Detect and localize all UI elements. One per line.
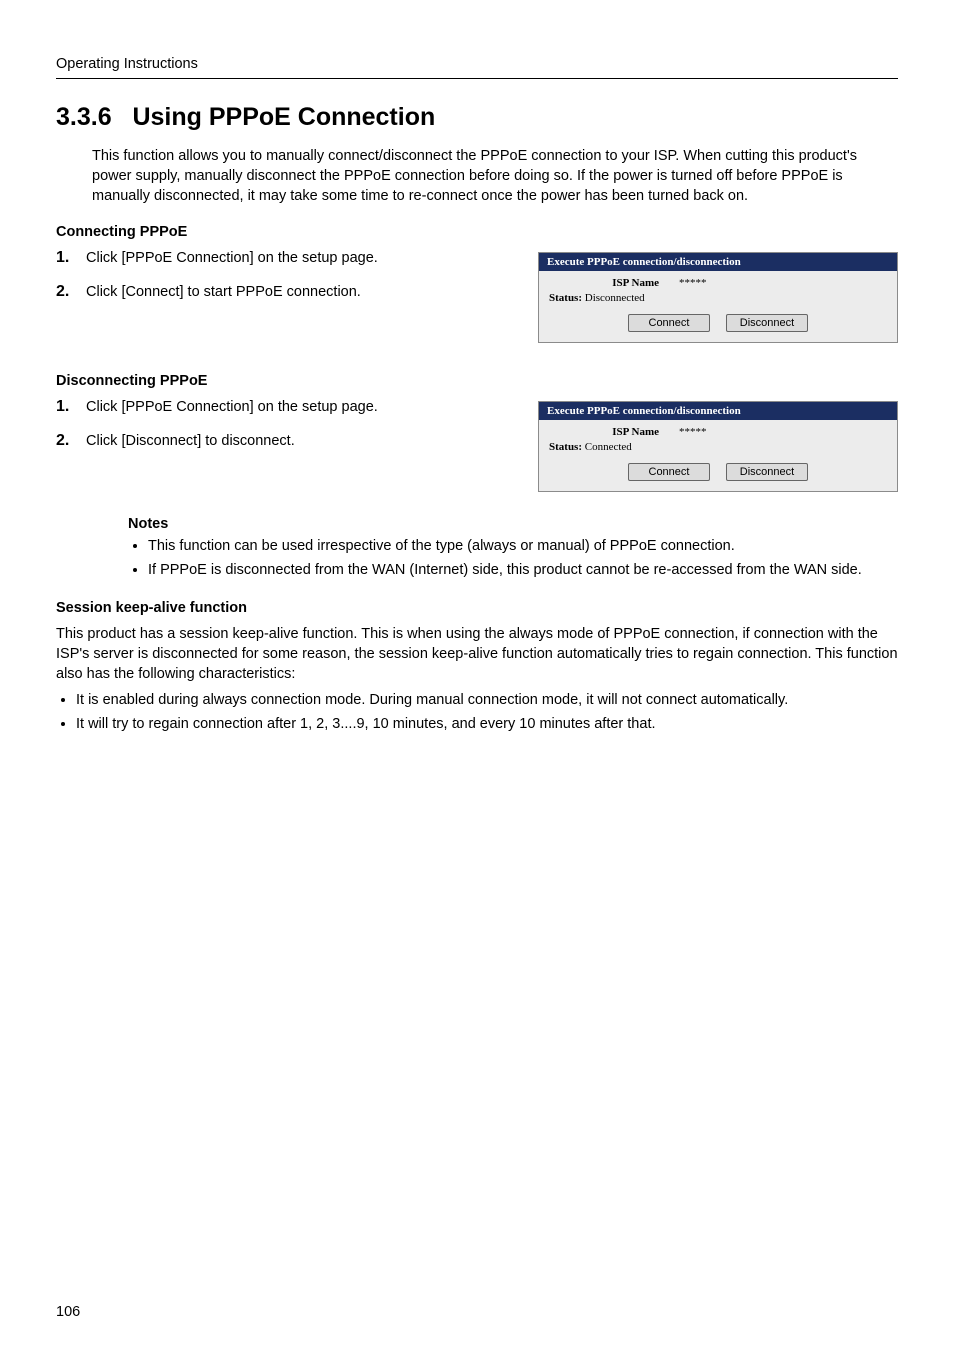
connecting-step-2: 2. Click [Connect] to start PPPoE connec… (56, 282, 520, 302)
step-text: Click [Disconnect] to disconnect. (86, 431, 295, 451)
note-item: If PPPoE is disconnected from the WAN (I… (148, 560, 898, 580)
isp-name-label: ISP Name (549, 277, 679, 289)
status-row: Status: Disconnected (549, 292, 887, 304)
header-rule (56, 78, 898, 79)
connect-button[interactable]: Connect (628, 463, 710, 481)
panel-title-bar: Execute PPPoE connection/disconnection (539, 402, 897, 420)
connect-button[interactable]: Connect (628, 314, 710, 332)
page-number: 106 (56, 1304, 80, 1320)
status-value: Connected (585, 441, 632, 453)
disconnecting-steps: 1. Click [PPPoE Connection] on the setup… (56, 397, 520, 451)
status-row: Status: Connected (549, 441, 887, 453)
session-paragraph: This product has a session keep-alive fu… (56, 624, 898, 684)
session-list: It is enabled during always connection m… (56, 690, 898, 734)
isp-name-label: ISP Name (549, 426, 679, 438)
disconnect-button[interactable]: Disconnect (726, 314, 808, 332)
intro-paragraph: This function allows you to manually con… (92, 146, 898, 206)
connecting-step-1: 1. Click [PPPoE Connection] on the setup… (56, 248, 520, 268)
step-number: 2. (56, 283, 86, 301)
session-item: It is enabled during always connection m… (76, 690, 898, 710)
connecting-heading: Connecting PPPoE (56, 224, 898, 240)
disconnecting-step-2: 2. Click [Disconnect] to disconnect. (56, 431, 520, 451)
disconnect-button[interactable]: Disconnect (726, 463, 808, 481)
session-heading: Session keep-alive function (56, 600, 898, 616)
connecting-steps: 1. Click [PPPoE Connection] on the setup… (56, 248, 520, 302)
step-number: 1. (56, 249, 86, 267)
pppoe-panel-disconnected: Execute PPPoE connection/disconnection I… (538, 252, 898, 343)
disconnecting-step-1: 1. Click [PPPoE Connection] on the setup… (56, 397, 520, 417)
step-text: Click [PPPoE Connection] on the setup pa… (86, 248, 378, 268)
notes-heading: Notes (128, 516, 898, 532)
session-item: It will try to regain connection after 1… (76, 714, 898, 734)
section-title: 3.3.6 Using PPPoE Connection (56, 103, 898, 132)
note-item: This function can be used irrespective o… (148, 536, 898, 556)
pppoe-panel-connected: Execute PPPoE connection/disconnection I… (538, 401, 898, 492)
isp-name-value: ***** (679, 426, 887, 438)
step-number: 2. (56, 432, 86, 450)
isp-name-value: ***** (679, 277, 887, 289)
disconnecting-heading: Disconnecting PPPoE (56, 373, 898, 389)
notes-list: This function can be used irrespective o… (128, 536, 898, 580)
step-text: Click [Connect] to start PPPoE connectio… (86, 282, 361, 302)
status-value: Disconnected (585, 292, 645, 304)
status-label: Status: (549, 292, 582, 304)
step-number: 1. (56, 398, 86, 416)
status-label: Status: (549, 441, 582, 453)
step-text: Click [PPPoE Connection] on the setup pa… (86, 397, 378, 417)
running-header: Operating Instructions (56, 56, 898, 72)
panel-title-bar: Execute PPPoE connection/disconnection (539, 253, 897, 271)
section-number: 3.3.6 (56, 103, 112, 131)
section-heading-text: Using PPPoE Connection (132, 103, 435, 131)
